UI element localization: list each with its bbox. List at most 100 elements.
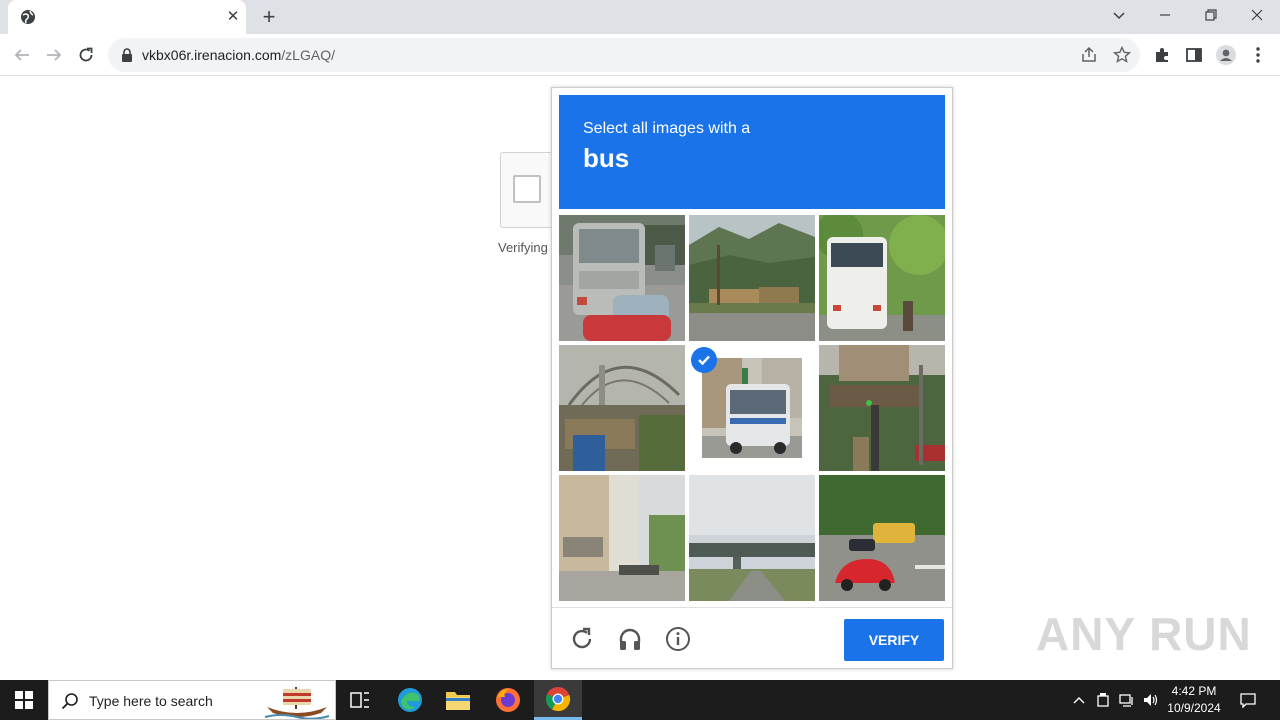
avatar-icon [1216,45,1236,65]
tile-image [559,475,685,601]
chevron-up-icon [1073,697,1085,704]
chrome-icon [546,686,571,711]
start-button[interactable] [0,680,48,720]
challenge-tile-selected[interactable] [689,345,815,471]
side-panel-button[interactable] [1184,45,1204,65]
back-button[interactable] [10,43,34,67]
lock-icon[interactable] [120,48,134,62]
tray-network-button[interactable] [1116,680,1138,720]
challenge-instruction: Select all images with a [583,120,751,137]
taskbar-search[interactable]: Type here to search [48,680,336,720]
menu-button[interactable] [1248,45,1268,65]
verifying-label: Verifying [498,240,548,255]
tile-image [559,345,685,471]
tab-strip: ✕ + [0,0,1280,34]
refresh-icon [572,627,592,649]
usb-device-icon [1097,693,1109,707]
forward-button[interactable] [42,43,66,67]
task-view-button[interactable] [336,680,384,720]
watermark-text: ANY RUN [1036,608,1252,660]
challenge-footer: VERIFY [552,607,952,669]
taskbar-firefox[interactable] [484,680,532,720]
tile-image [702,358,802,458]
tray-volume-button[interactable] [1140,680,1162,720]
clock-time: 4:42 PM [1171,684,1217,698]
minimize-button[interactable] [1142,0,1188,30]
clock-date: 10/9/2024 [1167,701,1221,715]
challenge-tile[interactable] [689,475,815,601]
challenge-tile[interactable] [559,215,685,341]
taskbar-chrome[interactable] [534,680,582,720]
taskbar-clock[interactable]: 4:42 PM 10/9/2024 [1164,683,1224,717]
challenge-tile[interactable] [559,475,685,601]
speaker-icon [1144,694,1158,706]
tile-image [819,345,945,471]
audio-challenge-button[interactable] [615,624,645,654]
challenge-tile[interactable] [559,345,685,471]
url-text[interactable]: vkbx06r.irenacion.com/zLGAQ/ [142,47,335,63]
reload-button[interactable] [74,43,98,67]
edge-icon [398,688,422,712]
puzzle-icon [1156,48,1168,62]
tray-device-button[interactable] [1092,680,1114,720]
tile-image [819,475,945,601]
restore-button[interactable] [1188,0,1234,30]
tile-image [689,475,815,601]
kebab-menu-icon [1256,47,1260,63]
challenge-tile[interactable] [819,475,945,601]
tile-image [819,215,945,341]
extensions-button[interactable] [1152,45,1172,65]
close-icon [1251,9,1263,21]
minimize-icon [1160,14,1170,16]
folder-icon [446,692,470,710]
challenge-target-word: bus [583,143,630,173]
tab-close-button[interactable]: ✕ [224,8,242,26]
tab-search-button[interactable] [1096,0,1142,30]
challenge-header: Select all images with a bus [559,95,945,209]
chevron-down-icon [1113,12,1125,20]
arrow-left-icon [14,49,29,61]
browser-toolbar: vkbx06r.irenacion.com/zLGAQ/ [0,34,1280,76]
address-bar[interactable]: vkbx06r.irenacion.com/zLGAQ/ [108,38,1140,72]
info-icon [666,627,690,651]
restore-icon [1205,9,1217,21]
side-panel-icon [1186,48,1202,62]
page-content: Verifying Select all images with a bus V… [0,77,1280,680]
tile-image [689,215,815,341]
challenge-tile[interactable] [689,215,815,341]
tile-image [559,215,685,341]
task-view-icon [350,692,369,708]
captcha-challenge-dialog: Select all images with a bus VERIFY [551,87,953,669]
share-icon[interactable] [1080,46,1098,64]
headphones-icon [619,628,641,650]
checkmark-icon [691,347,717,373]
notification-icon [1240,693,1256,708]
network-icon [1119,694,1133,707]
challenge-tile[interactable] [819,345,945,471]
url-host: vkbx06r.irenacion.com [142,47,282,63]
captcha-checkbox[interactable] [513,175,541,203]
search-placeholder: Type here to search [89,693,213,709]
viking-ship-icon [264,687,330,719]
close-window-button[interactable] [1234,0,1280,30]
windows-taskbar: Type here to search 4:42 PM 10/9/2024 [0,680,1280,720]
firefox-icon [496,688,520,712]
search-icon [61,693,78,710]
bookmark-star-icon[interactable] [1113,46,1131,64]
info-button[interactable] [663,624,693,654]
reload-icon [79,47,93,62]
taskbar-edge[interactable] [386,680,434,720]
browser-tab[interactable]: ✕ [8,0,246,34]
show-hidden-icons-button[interactable] [1068,680,1090,720]
challenge-tile[interactable] [819,215,945,341]
windows-logo-icon [15,691,33,709]
arrow-right-icon [47,49,62,61]
url-path: /zLGAQ/ [281,47,335,63]
new-tab-button[interactable]: + [258,6,280,28]
profile-button[interactable] [1216,45,1236,65]
taskbar-file-explorer[interactable] [434,680,482,720]
refresh-challenge-button[interactable] [567,624,597,654]
globe-icon [21,10,35,24]
verify-button[interactable]: VERIFY [844,619,944,661]
notifications-button[interactable] [1234,680,1262,720]
